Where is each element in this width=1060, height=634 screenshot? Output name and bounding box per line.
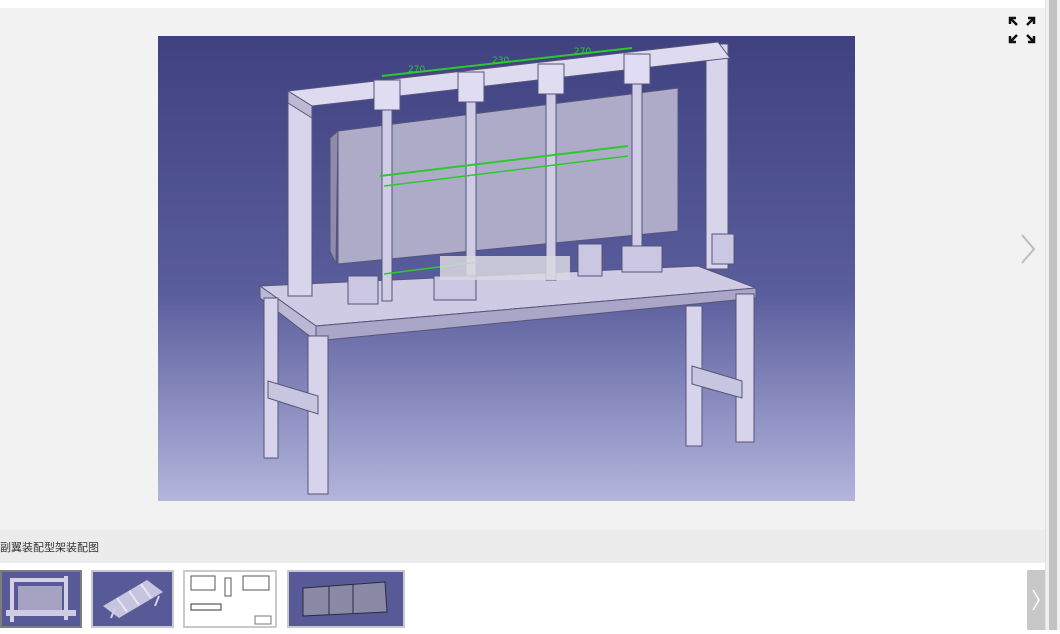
scrollbar-thumb[interactable]	[1049, 0, 1057, 630]
thumbnail-next-button[interactable]	[1027, 570, 1045, 630]
thumbnail-image	[289, 572, 403, 626]
main-image[interactable]: 270 230 270	[158, 36, 855, 501]
thumbnail-2[interactable]	[91, 570, 174, 628]
expand-arrows-icon	[1008, 16, 1036, 44]
fullscreen-button[interactable]	[1006, 14, 1038, 46]
dimension-label: 270	[408, 65, 425, 75]
dimension-label: 230	[492, 56, 509, 66]
vertical-scrollbar[interactable]	[1045, 0, 1060, 630]
image-caption: 副翼装配型架装配图	[0, 541, 99, 554]
caption-bar	[0, 530, 1045, 563]
thumbnail-image	[2, 572, 80, 626]
chevron-right-icon	[1032, 589, 1040, 611]
dimension-label: 270	[574, 47, 591, 57]
thumbnail-3[interactable]	[183, 570, 277, 628]
next-image-button[interactable]	[1016, 232, 1040, 266]
thumbnail-image	[185, 572, 275, 626]
chevron-right-icon	[1021, 234, 1036, 264]
thumbnail-1[interactable]	[0, 570, 82, 628]
cad-assembly-drawing: 270 230 270	[158, 36, 855, 501]
thumbnail-image	[93, 572, 172, 626]
thumbnail-4[interactable]	[287, 570, 405, 628]
